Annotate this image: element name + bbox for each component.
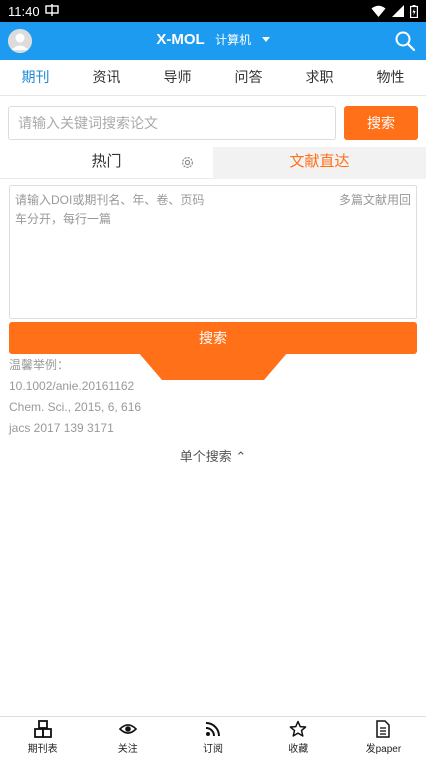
examples-title: 温馨举例：	[9, 358, 70, 372]
document-icon	[376, 720, 391, 738]
nav-publish-paper[interactable]: 发paper	[341, 717, 426, 758]
star-icon	[289, 720, 307, 737]
doi-textarea[interactable]: 多篇文献用回 请输入DOI或期刊名、年、卷、页码 车分开，每行一篇	[9, 185, 417, 319]
eye-icon	[118, 724, 137, 734]
tab-hot-label: 热门	[91, 153, 122, 170]
doi-tip: 多篇文献用回	[338, 193, 411, 207]
example-item: Chem. Sci., 2015, 6, 616	[9, 400, 142, 414]
search-input[interactable]	[8, 106, 336, 140]
nav-favorites[interactable]: 收藏	[256, 717, 341, 758]
tab-hot[interactable]: 热门	[0, 147, 213, 179]
single-search-toggle[interactable]: 单个搜索 ⌃	[0, 446, 426, 465]
doi-search-button[interactable]: 搜索	[9, 322, 417, 354]
bottom-nav: 期刊表 关注 订阅 收藏 发paper	[0, 716, 426, 758]
gear-icon[interactable]	[180, 155, 195, 170]
status-bar: 11:40	[0, 0, 426, 22]
nav-label: 订阅	[203, 744, 223, 755]
nav-label: 期刊表	[27, 744, 58, 755]
tab-journals[interactable]: 期刊	[0, 60, 71, 95]
tab-jobs[interactable]: 求职	[284, 60, 355, 95]
rss-icon	[205, 722, 220, 737]
search-button[interactable]: 搜索	[344, 106, 418, 140]
cubes-icon	[33, 720, 52, 738]
examples: 温馨举例： 10.1002/anie.20161162 Chem. Sci., …	[9, 355, 141, 439]
signal-icon	[392, 5, 404, 17]
app-title[interactable]: X-MOL 计算机	[0, 31, 426, 49]
example-item: jacs 2017 139 3171	[9, 421, 114, 435]
battery-icon	[410, 4, 418, 18]
doi-placeholder-line2: 车分开，每行一篇	[15, 212, 112, 226]
search-icon[interactable]	[394, 30, 416, 52]
tab-mentors[interactable]: 导师	[142, 60, 213, 95]
category-selector[interactable]: 计算机	[215, 33, 251, 47]
status-time: 11:40	[8, 3, 40, 19]
nav-label: 关注	[117, 744, 138, 755]
app-bar: X-MOL 计算机	[0, 22, 426, 60]
main-tabs: 期刊 资讯 导师 问答 求职 物性	[0, 60, 426, 96]
app-name: X-MOL	[156, 31, 205, 48]
nav-label: 收藏	[288, 744, 309, 755]
search-row: 搜索	[8, 106, 418, 140]
app-notification-icon	[44, 3, 59, 19]
search-button-pointer	[138, 352, 288, 380]
nav-label: 发paper	[365, 744, 402, 755]
tab-news[interactable]: 资讯	[71, 60, 142, 95]
chevron-down-icon	[261, 37, 270, 43]
nav-journal-list[interactable]: 期刊表	[0, 717, 85, 758]
nav-subscribe[interactable]: 订阅	[170, 717, 255, 758]
sub-tabs: 热门 文献直达	[0, 147, 426, 179]
tab-qa[interactable]: 问答	[213, 60, 284, 95]
tab-doi[interactable]: 文献直达	[213, 147, 426, 179]
tab-properties[interactable]: 物性	[355, 60, 426, 95]
wifi-icon	[371, 5, 386, 17]
example-item: 10.1002/anie.20161162	[9, 379, 135, 393]
nav-follow[interactable]: 关注	[85, 717, 170, 758]
